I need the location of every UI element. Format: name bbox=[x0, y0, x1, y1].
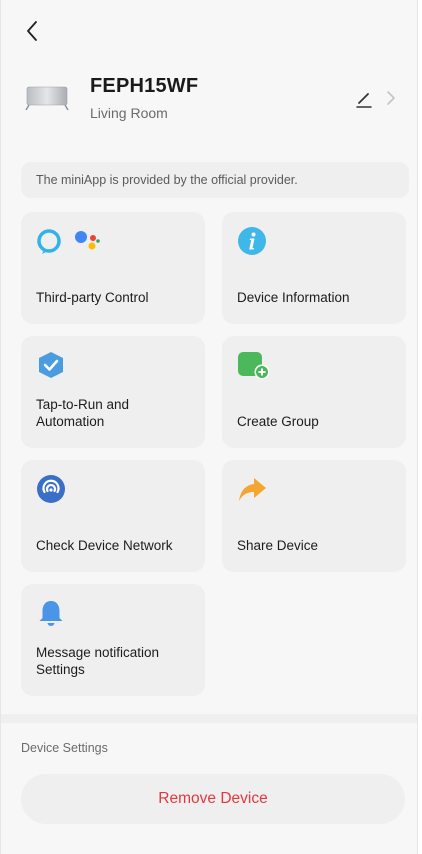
edit-pencil-icon[interactable] bbox=[353, 88, 375, 110]
chevron-left-icon bbox=[27, 21, 37, 41]
device-detail-screen: FEPH15WF Living Room The miniApp is prov… bbox=[0, 0, 418, 854]
section-divider bbox=[1, 714, 417, 723]
card-label: Device Information bbox=[237, 290, 350, 305]
card-label: Share Device bbox=[237, 538, 319, 553]
provider-notice: The miniApp is provided by the official … bbox=[21, 162, 409, 198]
share-arrow-icon bbox=[237, 474, 267, 504]
device-name: FEPH15WF bbox=[90, 75, 199, 97]
heater-device-icon bbox=[25, 86, 69, 111]
remove-device-button[interactable]: Remove Device bbox=[21, 774, 405, 824]
info-icon bbox=[237, 226, 267, 256]
alexa-google-assistant-icon bbox=[36, 226, 106, 256]
card-label: Create Group bbox=[237, 414, 319, 429]
top-bar bbox=[1, 0, 417, 58]
third-party-control-card[interactable]: Third-party Control bbox=[21, 212, 205, 324]
card-label: Check Device Network bbox=[36, 538, 173, 553]
device-settings-section-title: Device Settings bbox=[21, 741, 108, 755]
device-header[interactable]: FEPH15WF Living Room bbox=[1, 66, 417, 136]
tap-to-run-automation-card[interactable]: Tap-to-Run and Automation bbox=[21, 336, 205, 448]
bell-icon bbox=[36, 598, 66, 628]
card-label: Tap-to-Run and Automation bbox=[36, 397, 130, 429]
message-notification-settings-card[interactable]: Message notification Settings bbox=[21, 584, 205, 696]
create-group-icon bbox=[237, 350, 271, 380]
network-signal-icon bbox=[36, 474, 66, 504]
device-room: Living Room bbox=[90, 105, 168, 121]
card-label: Message notification Settings bbox=[36, 645, 160, 677]
check-device-network-card[interactable]: Check Device Network bbox=[21, 460, 205, 572]
back-button[interactable] bbox=[21, 18, 43, 44]
device-information-card[interactable]: Device Information bbox=[222, 212, 406, 324]
card-label: Third-party Control bbox=[36, 290, 149, 305]
create-group-card[interactable]: Create Group bbox=[222, 336, 406, 448]
automation-check-icon bbox=[36, 350, 66, 380]
share-device-card[interactable]: Share Device bbox=[222, 460, 406, 572]
chevron-right-icon[interactable] bbox=[384, 88, 398, 108]
